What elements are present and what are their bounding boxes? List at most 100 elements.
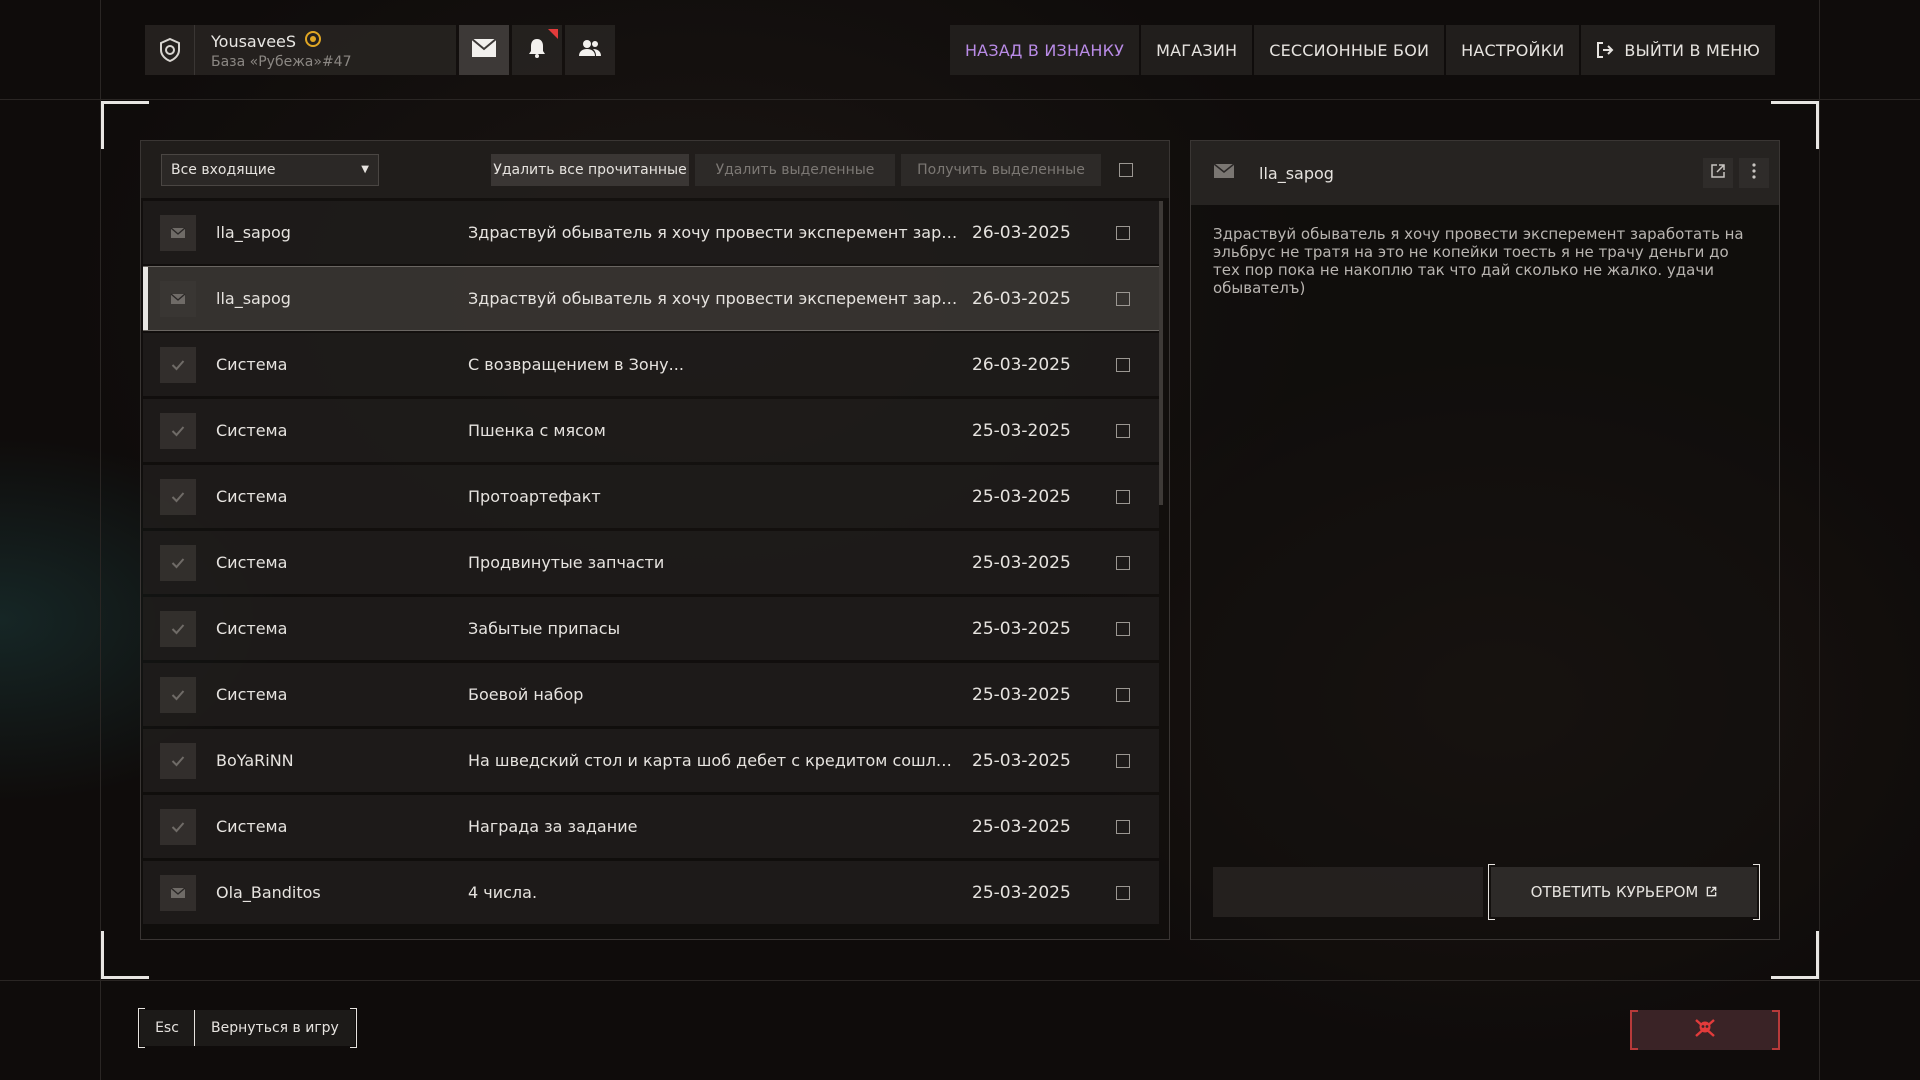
message-select-checkbox[interactable] [1116, 885, 1130, 900]
frame-line-top [0, 99, 1920, 100]
inbox-filter-value: Все входящие [171, 161, 276, 178]
skull-crossbones-icon [1694, 1018, 1716, 1042]
frame-line-right [1819, 0, 1820, 1080]
faction-emblem-icon [145, 25, 195, 75]
check-icon [160, 676, 196, 713]
message-sender: Ola_Banditos [216, 883, 321, 902]
notification-indicator [548, 29, 559, 39]
message-select-checkbox[interactable] [1116, 687, 1130, 702]
player-name: YousaveeS [211, 31, 297, 51]
message-row[interactable]: Система Боевой набор 25-03-2025 [143, 663, 1159, 726]
frame-line-left [100, 0, 101, 1080]
envelope-icon [160, 874, 196, 911]
reply-courier-button[interactable]: ОТВЕТИТЬ КУРЬЕРОМ [1488, 864, 1760, 920]
message-row[interactable]: Система Забытые припасы 25-03-2025 [143, 597, 1159, 660]
message-subject: На шведский стол и карта шоб дебет с кре… [468, 751, 960, 770]
message-select-checkbox[interactable] [1116, 357, 1130, 372]
check-icon [160, 742, 196, 779]
inbox-toolbar: Все входящие ▼ Удалить все прочитанные У… [141, 141, 1169, 198]
envelope-icon [160, 280, 196, 317]
message-row[interactable]: Система Пшенка с мясом 25-03-2025 [143, 399, 1159, 462]
delete-selected-button[interactable]: Удалить выделенные [695, 153, 895, 186]
message-subject: Протоартефакт [468, 487, 601, 506]
player-base: База «Рубежа»#47 [211, 54, 352, 70]
message-sender: Система [216, 553, 288, 572]
message-list-scrollbar[interactable] [1159, 201, 1163, 505]
message-sender: Система [216, 685, 288, 704]
reader-sender: lla_sapog [1259, 163, 1334, 183]
danger-button[interactable] [1630, 1010, 1780, 1050]
message-row[interactable]: lla_sapog Здраствуй обыватель я хочу пров… [143, 266, 1159, 331]
more-options-button[interactable] [1739, 158, 1769, 188]
message-row[interactable]: Система С возвращением в Зону... 26-03-202… [143, 333, 1159, 396]
message-select-checkbox[interactable] [1116, 489, 1130, 504]
message-select-checkbox[interactable] [1116, 753, 1130, 768]
message-date: 25-03-2025 [972, 552, 1071, 573]
check-icon [160, 808, 196, 845]
message-sender: Система [216, 355, 288, 374]
message-row[interactable]: lla_sapog Здраствуй обыватель я хочу пров… [143, 201, 1159, 264]
message-sender: BoYaRiNN [216, 751, 294, 770]
message-sender: Система [216, 817, 288, 836]
reply-input-area[interactable] [1213, 867, 1483, 917]
envelope-icon [160, 214, 196, 251]
open-external-button[interactable] [1703, 158, 1733, 188]
reader-body: Здраствуй обыватель я хочу провести эксп… [1213, 225, 1744, 297]
message-select-checkbox[interactable] [1116, 225, 1130, 240]
inbox-filter-select[interactable]: Все входящие ▼ [161, 153, 379, 186]
esc-key: Esc [140, 1010, 195, 1046]
nav-exit-to-menu[interactable]: ВЫЙТИ В МЕНЮ [1581, 25, 1775, 75]
nav-session-battles[interactable]: СЕССИОННЫЕ БОИ [1254, 25, 1445, 75]
exit-icon [1596, 41, 1614, 59]
nav-back-to-izmanka[interactable]: НАЗАД В ИЗНАНКУ [949, 25, 1140, 75]
message-date: 25-03-2025 [972, 684, 1071, 705]
top-navigation: НАЗАД В ИЗНАНКУ МАГАЗИН СЕССИОННЫЕ БОИ Н… [949, 25, 1775, 75]
message-date: 26-03-2025 [972, 222, 1071, 243]
nav-shop[interactable]: МАГАЗИН [1141, 25, 1253, 75]
message-reader-panel: lla_sapog Здраствуй обыватель я хочу про… [1190, 140, 1780, 940]
envelope-icon [471, 38, 497, 62]
message-select-checkbox[interactable] [1116, 291, 1130, 306]
message-date: 25-03-2025 [972, 882, 1071, 903]
message-row[interactable]: BoYaRiNN На шведский стол и карта шоб деб… [143, 729, 1159, 792]
delete-read-button[interactable]: Удалить все прочитанные [491, 153, 689, 186]
reader-header: lla_sapog [1191, 141, 1779, 205]
message-select-checkbox[interactable] [1116, 555, 1130, 570]
message-subject: Награда за задание [468, 817, 638, 836]
profile-card[interactable]: YousaveeS База «Рубежа»#47 [145, 25, 457, 75]
message-sender: Система [216, 487, 288, 506]
nav-settings[interactable]: НАСТРОЙКИ [1446, 25, 1580, 75]
check-icon [160, 544, 196, 581]
mail-button[interactable] [459, 25, 510, 75]
check-icon [160, 412, 196, 449]
message-select-checkbox[interactable] [1116, 423, 1130, 438]
message-sender: lla_sapog [216, 223, 291, 242]
rank-badge-icon [304, 30, 322, 52]
message-select-checkbox[interactable] [1116, 819, 1130, 834]
notifications-button[interactable] [512, 25, 563, 75]
check-icon [160, 610, 196, 647]
message-date: 26-03-2025 [972, 354, 1071, 375]
message-sender: Система [216, 619, 288, 638]
get-selected-button[interactable]: Получить выделенные [901, 153, 1101, 186]
message-subject: Здраствуй обыватель я хочу провести эксп… [468, 223, 960, 242]
message-subject: Продвинутые запчасти [468, 553, 665, 572]
friends-button[interactable] [565, 25, 615, 75]
message-date: 25-03-2025 [972, 486, 1071, 507]
return-to-game-hint[interactable]: Esc Вернуться в игру [138, 1008, 357, 1048]
message-row[interactable]: Система Награда за задание 25-03-2025 [143, 795, 1159, 858]
message-row[interactable]: Система Протоартефакт 25-03-2025 [143, 465, 1159, 528]
friends-icon [578, 38, 602, 62]
message-select-checkbox[interactable] [1116, 621, 1130, 636]
return-to-game-label: Вернуться в игру [211, 1020, 339, 1036]
select-all-checkbox[interactable] [1119, 162, 1133, 177]
message-date: 25-03-2025 [972, 816, 1071, 837]
message-date: 26-03-2025 [972, 288, 1071, 309]
message-subject: С возвращением в Зону... [468, 355, 684, 374]
reply-courier-label: ОТВЕТИТЬ КУРЬЕРОМ [1530, 883, 1699, 901]
more-vertical-icon [1752, 163, 1756, 183]
message-row[interactable]: Ola_Banditos 4 числа. 25-03-2025 [143, 861, 1159, 924]
message-list: lla_sapog Здраствуй обыватель я хочу пров… [143, 201, 1159, 936]
message-subject: Пшенка с мясом [468, 421, 606, 440]
message-row[interactable]: Система Продвинутые запчасти 25-03-2025 [143, 531, 1159, 594]
